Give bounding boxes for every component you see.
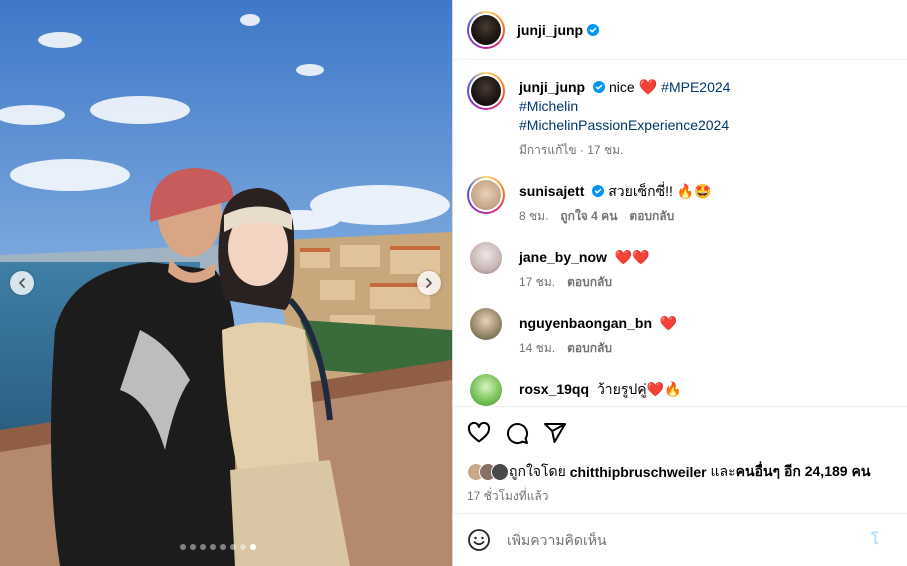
comment-row: nguyenbaongan_bn ❤️ 14 ชม. ตอบกลับ xyxy=(467,308,893,358)
reply-button[interactable]: ตอบกลับ xyxy=(567,339,612,358)
verified-badge-icon xyxy=(587,23,600,36)
chevron-right-icon xyxy=(426,278,432,288)
likes-summary: ถูกใจโดย chitthipbruschweiler และ คนอื่นๆ… xyxy=(467,461,893,483)
others-likes-link[interactable]: คนอื่นๆ อีก 24,189 คน xyxy=(736,461,871,483)
commenter-username[interactable]: jane_by_now xyxy=(519,249,607,265)
speech-bubble-icon[interactable] xyxy=(505,421,529,445)
heart-outline-icon[interactable] xyxy=(467,421,491,445)
add-comment-bar: โ xyxy=(453,513,907,566)
chevron-left-icon xyxy=(19,278,25,288)
hashtag-link[interactable]: #Michelin xyxy=(519,98,578,114)
carousel-dot xyxy=(190,544,196,550)
commenter-avatar[interactable] xyxy=(470,374,502,406)
commenter-username[interactable]: sunisajett xyxy=(519,183,584,199)
comment-time: 17 ชม. xyxy=(519,275,556,289)
carousel-dot xyxy=(230,544,236,550)
comment-input[interactable] xyxy=(507,532,867,548)
post-time: 17 ชั่วโมงที่แล้ว xyxy=(467,489,549,503)
carousel-prev-button[interactable] xyxy=(10,271,34,295)
post-photo xyxy=(0,0,452,566)
carousel-indicator xyxy=(180,544,256,550)
comment-text: สวยเซ็กซี่!! 🔥🤩 xyxy=(608,183,712,199)
paper-plane-icon[interactable] xyxy=(543,421,567,445)
comment-row: sunisajett สวยเซ็กซี่!! 🔥🤩 8 ชม. ถูกใจ 4… xyxy=(467,176,893,226)
comment-row: rosx_19qq ว้ายรูปคู่❤️🔥 xyxy=(467,374,893,406)
carousel-dot xyxy=(210,544,216,550)
commenter-username[interactable]: rosx_19qq xyxy=(519,381,589,397)
caption-edited-time: มีการแก้ไข · 17 ชม. xyxy=(519,143,624,157)
verified-badge-icon xyxy=(593,81,606,93)
commenter-username[interactable]: nguyenbaongan_bn xyxy=(519,315,652,331)
caption-text: nice xyxy=(609,79,635,95)
carousel-dot xyxy=(240,544,246,550)
first-liker-username[interactable]: chitthipbruschweiler xyxy=(570,464,707,480)
comment-text: ❤️❤️ xyxy=(614,249,650,265)
post-comment-button[interactable]: โ xyxy=(871,529,879,551)
carousel-dot xyxy=(180,544,186,550)
photo-couple-seaside xyxy=(0,0,452,566)
hashtag-link[interactable]: #MichelinPassionExperience2024 xyxy=(519,117,729,133)
comment-text: ❤️ xyxy=(659,315,678,331)
smiley-icon[interactable] xyxy=(467,528,491,552)
comment-text: ว้ายรูปคู่❤️🔥 xyxy=(596,381,682,397)
liker-avatars[interactable] xyxy=(467,463,509,481)
commenter-avatar[interactable] xyxy=(470,308,502,340)
commenter-avatar[interactable] xyxy=(467,176,505,214)
post-dialog: junji_junp junji_junp nice ❤️ #MPE2024 #… xyxy=(0,0,907,566)
comment-time: 8 ชม. xyxy=(519,209,549,223)
reply-button[interactable]: ตอบกลับ xyxy=(567,273,612,292)
caption-row: junji_junp nice ❤️ #MPE2024 #Michelin #M… xyxy=(467,72,893,160)
post-header: junji_junp xyxy=(453,0,907,60)
post-side-panel: junji_junp junji_junp nice ❤️ #MPE2024 #… xyxy=(452,0,907,566)
author-avatar[interactable] xyxy=(467,10,505,49)
comments-list: junji_junp nice ❤️ #MPE2024 #Michelin #M… xyxy=(453,60,907,406)
comment-row: jane_by_now ❤️❤️ 17 ชม. ตอบกลับ xyxy=(467,242,893,292)
reply-button[interactable]: ตอบกลับ xyxy=(629,207,674,226)
verified-badge-icon xyxy=(592,185,605,197)
author-username[interactable]: junji_junp xyxy=(517,22,583,38)
caption-author-avatar[interactable] xyxy=(467,72,505,110)
likes-prefix: ถูกใจโดย xyxy=(509,463,566,479)
hashtag-link[interactable]: #MPE2024 xyxy=(661,79,730,95)
carousel-dot xyxy=(200,544,206,550)
carousel-dot xyxy=(250,544,256,550)
heart-emoji: ❤️ xyxy=(638,79,658,96)
carousel-dot xyxy=(220,544,226,550)
likes-and: และ xyxy=(710,463,736,479)
carousel-next-button[interactable] xyxy=(417,271,441,295)
caption-author-username[interactable]: junji_junp xyxy=(519,79,585,95)
post-actions: ถูกใจโดย chitthipbruschweiler และ คนอื่นๆ… xyxy=(453,406,907,513)
comment-time: 14 ชม. xyxy=(519,341,556,355)
commenter-avatar[interactable] xyxy=(470,242,502,274)
comment-likes-link[interactable]: ถูกใจ 4 คน xyxy=(560,207,617,226)
